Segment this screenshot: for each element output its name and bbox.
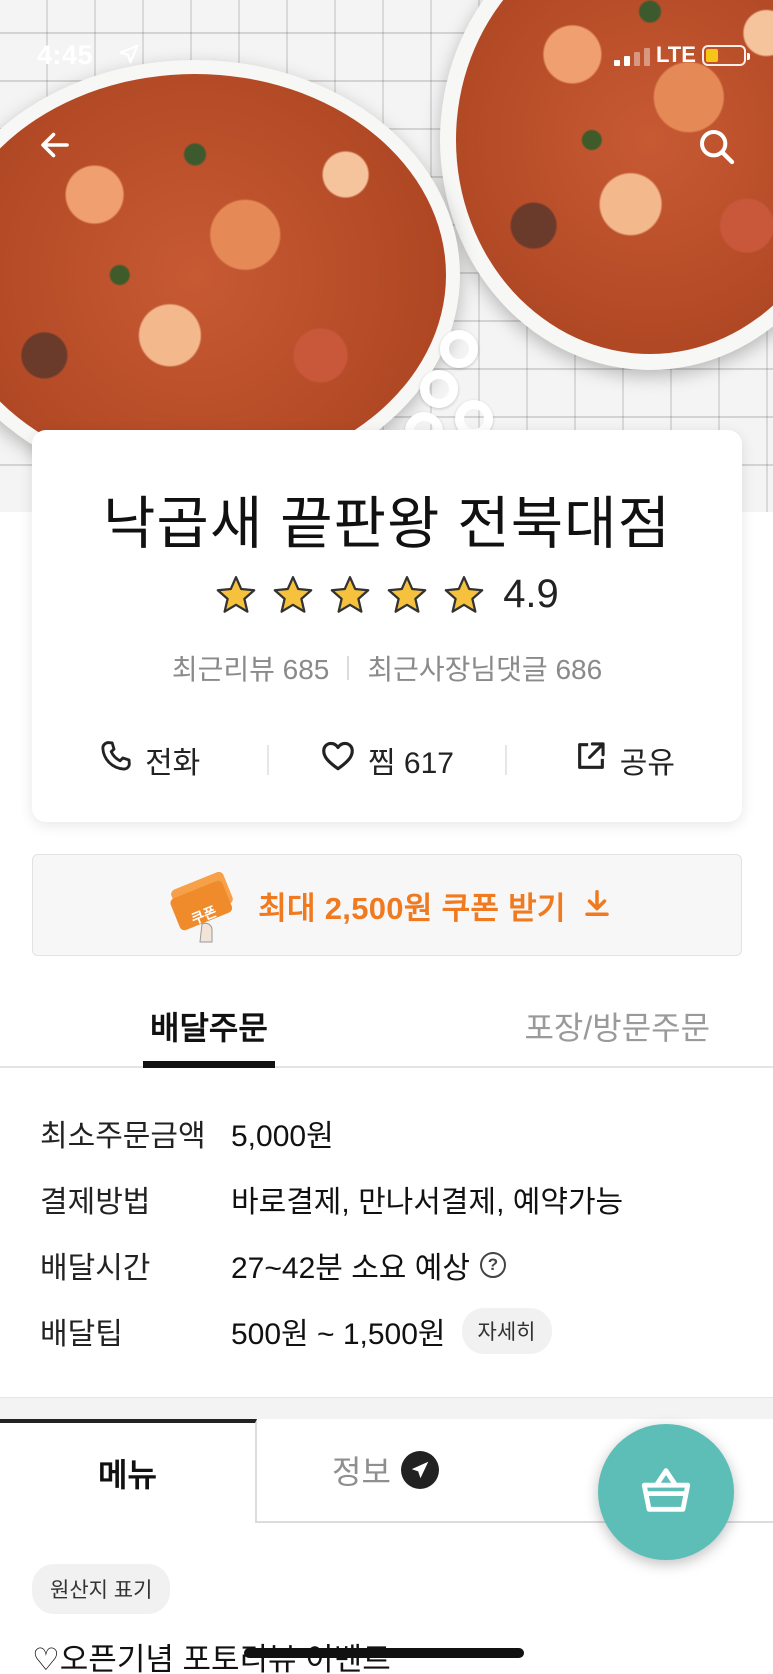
cart-button[interactable] (598, 1424, 734, 1560)
signal-icon (614, 48, 650, 66)
phone-icon (99, 739, 133, 781)
rating-score: 4.9 (503, 572, 559, 616)
status-bar: 4:45 LTE (0, 0, 773, 110)
info-value: 바로결제, 만나서결제, 예약가능 (231, 1186, 624, 1219)
back-arrow-icon (37, 127, 73, 168)
send-icon (400, 1451, 439, 1489)
star-icon (330, 575, 370, 613)
info-value: 5,000원 (231, 1120, 334, 1153)
store-rating: 4.9 (32, 572, 742, 617)
coupon-label: 최대 2,500원 쿠폰 받기 (258, 890, 566, 926)
heart-icon (320, 738, 356, 782)
download-arrow-icon (582, 888, 612, 923)
home-indicator[interactable] (244, 1648, 524, 1658)
recent-reviews-link[interactable]: 최근리뷰 685 (172, 648, 330, 688)
like-count: 찜 617 (367, 747, 454, 780)
info-row-delivery-tip: 배달팁 500원 ~ 1,500원 자세히 (40, 1298, 740, 1364)
info-key: 배달팁 (40, 1318, 123, 1351)
order-type-tabs: 배달주문 포장/방문주문 (0, 986, 773, 1068)
tab-menu-label: 메뉴 (98, 1457, 157, 1493)
delivery-info: 최소주문금액 5,000원 결제방법 바로결제, 만나서결제, 예약가능 배달시… (40, 1100, 740, 1364)
location-arrow-icon (118, 43, 140, 70)
star-icon (444, 575, 484, 613)
share-button[interactable]: 공유 (507, 738, 742, 782)
battery-icon (702, 45, 750, 66)
coupon-download-button[interactable]: 쿠폰 최대 2,500원 쿠폰 받기 (32, 854, 742, 956)
tab-menu[interactable]: 메뉴 (0, 1419, 257, 1523)
origin-label-button[interactable]: 원산지 표기 (32, 1564, 171, 1614)
review-counts: 최근리뷰 685 최근사장님댓글 686 (32, 648, 742, 688)
info-row-payment: 결제방법 바로결제, 만나서결제, 예약가능 (40, 1166, 740, 1232)
share-icon (574, 739, 608, 781)
info-value-wrap: 27~42분 소요 예상 ? (231, 1243, 506, 1287)
star-icon (387, 575, 427, 613)
rating-stars (215, 574, 485, 616)
tab-delivery[interactable]: 배달주문 (0, 986, 462, 1068)
info-value-wrap: 500원 ~ 1,500원 자세히 (231, 1308, 552, 1354)
store-name: 낙곱새 끝판왕 전북대점 (102, 492, 672, 556)
tab-pickup[interactable]: 포장/방문주문 (462, 986, 773, 1066)
basket-icon (637, 1461, 695, 1524)
star-icon (216, 575, 256, 613)
like-button[interactable]: 찜 617 (269, 738, 504, 782)
coupon-illustration-icon: 쿠폰 (162, 862, 242, 949)
back-button[interactable] (30, 122, 80, 172)
info-row-delivery-time: 배달시간 27~42분 소요 예상 ? (40, 1232, 740, 1298)
tab-info-label: 정보 (332, 1454, 391, 1490)
info-key: 결제방법 (40, 1186, 151, 1219)
star-icon (273, 575, 313, 613)
store-actions: 전화 찜 617 공유 (32, 730, 742, 790)
share-label: 공유 (619, 747, 675, 780)
section-divider (0, 1397, 773, 1419)
info-value: 27~42분 소요 예상 (231, 1252, 470, 1285)
help-circle-icon[interactable]: ? (479, 1252, 506, 1278)
search-button[interactable] (692, 124, 742, 174)
info-key: 배달시간 (40, 1252, 151, 1285)
delivery-tip-detail-button[interactable]: 자세히 (461, 1308, 552, 1354)
info-value: 500원 ~ 1,500원 (231, 1318, 446, 1351)
tab-info[interactable]: 정보 (257, 1419, 514, 1523)
store-info-card: 낙곱새 끝판왕 전북대점 4.9 최근리뷰 685 최근사장님댓글 686 전화… (32, 430, 742, 822)
recent-owner-replies-link[interactable]: 최근사장님댓글 686 (367, 648, 602, 688)
divider (347, 656, 350, 680)
call-button[interactable]: 전화 (32, 738, 267, 782)
info-row-min-order: 최소주문금액 5,000원 (40, 1100, 740, 1166)
info-key: 최소주문금액 (40, 1120, 206, 1153)
network-label: LTE (656, 42, 696, 67)
search-icon (697, 127, 737, 172)
call-label: 전화 (145, 747, 201, 780)
status-time: 4:45 (37, 40, 94, 70)
